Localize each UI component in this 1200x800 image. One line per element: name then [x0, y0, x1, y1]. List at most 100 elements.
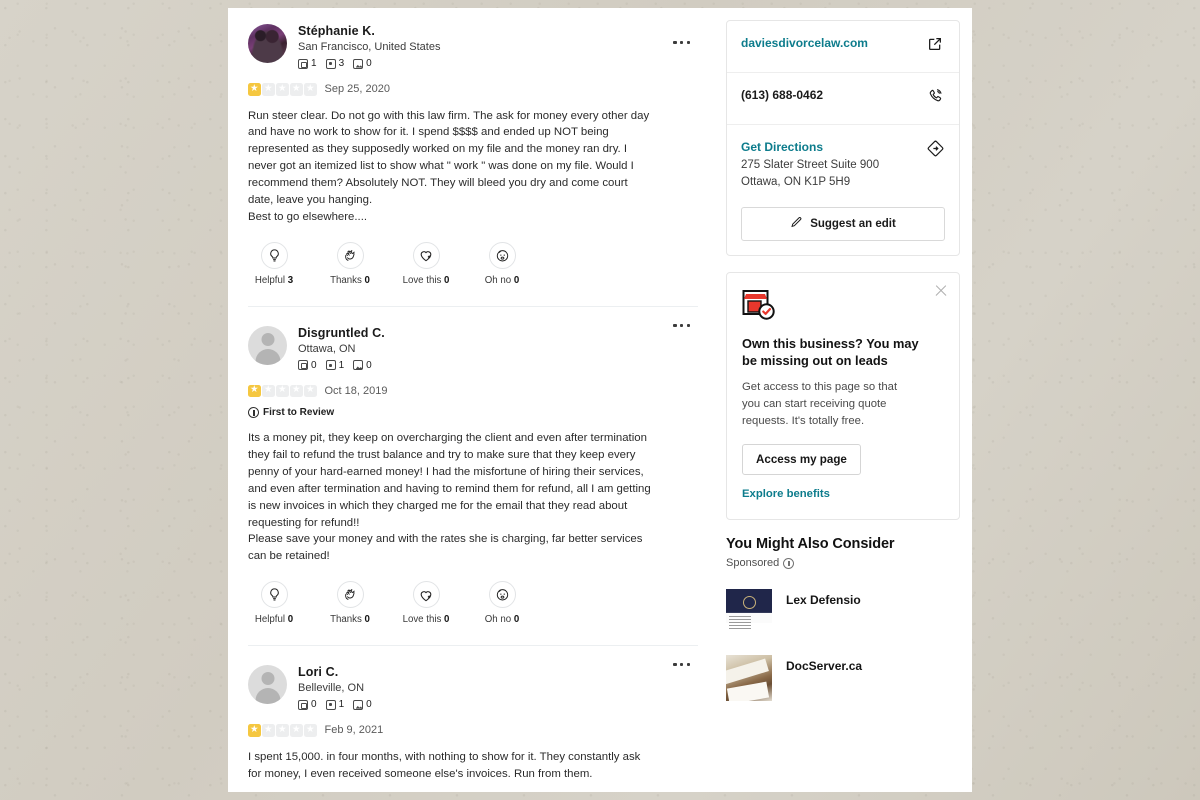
business-sidebar: daviesdivorcelaw.com (613) 688-0462 Get … [712, 8, 972, 792]
vote-count-icon [325, 58, 336, 69]
reviewer-location: Ottawa, ON [298, 342, 356, 355]
suggest-edit-label: Suggest an edit [810, 217, 896, 230]
phone-icon[interactable] [927, 88, 945, 109]
website-row[interactable]: daviesdivorcelaw.com [727, 21, 959, 72]
business-address: 275 Slater Street Suite 900 Ottawa, ON K… [741, 159, 880, 189]
reaction-helpful-label: Helpful 3 [254, 274, 294, 286]
lightbulb-icon [260, 241, 288, 269]
sponsored-name[interactable]: DocServer.ca [786, 655, 862, 673]
storefront-badge-icon [742, 289, 776, 321]
vote-count-icon [325, 360, 336, 371]
reviewer-stats: 1 3 0 [298, 58, 440, 69]
own-business-subtitle: Get access to this page so that you can … [742, 380, 898, 427]
reviewer-location: Belleville, ON [298, 682, 365, 695]
review-item: Stéphanie K. San Francisco, United State… [248, 24, 698, 306]
sponsored-label-row: Sponsored [726, 557, 960, 569]
access-my-page-button[interactable]: Access my page [742, 444, 861, 476]
heart-icon [412, 241, 440, 269]
review-date: Feb 9, 2021 [324, 724, 384, 737]
explore-benefits-link[interactable]: Explore benefits [742, 488, 830, 500]
own-business-card: Own this business? You may be missing ou… [726, 271, 960, 521]
phone-number[interactable]: (613) 688-0462 [741, 88, 823, 102]
photo-count-icon [353, 699, 364, 710]
reaction-love[interactable]: Love this 0 [400, 581, 452, 625]
stat-reviews: 0 [298, 360, 317, 371]
you-might-also-consider-section: You Might Also Consider Sponsored Lex De… [726, 536, 960, 702]
external-link-icon[interactable] [927, 36, 945, 57]
reaction-thanks[interactable]: Thanks 0 [324, 241, 376, 286]
reviewer-stats: 0 1 0 [298, 360, 385, 371]
review-count-icon [298, 58, 308, 69]
stat-reviews: 0 [298, 699, 317, 710]
reaction-thanks-label: Thanks 0 [330, 614, 370, 626]
shocked-face-icon [488, 581, 516, 609]
heart-icon [412, 581, 440, 609]
review-count-icon [298, 699, 308, 710]
stat-votes: 1 [325, 360, 344, 371]
reaction-ohno[interactable]: Oh no 0 [476, 241, 528, 286]
vote-count-icon [325, 699, 336, 710]
photo-count-icon [353, 58, 364, 69]
clapping-hands-icon [336, 241, 364, 269]
section-title: You Might Also Consider [726, 536, 895, 553]
sponsored-thumbnail[interactable] [726, 655, 772, 702]
star-rating [248, 82, 317, 96]
info-icon[interactable] [783, 557, 795, 569]
review-item: Disgruntled C. Ottawa, ON 0 1 0 Oct 18, … [248, 305, 698, 646]
photo-count-icon [353, 360, 364, 371]
reaction-ohno[interactable]: Oh no 0 [476, 581, 528, 625]
stat-votes: 3 [325, 58, 344, 69]
sponsored-name[interactable]: Lex Defensio [786, 589, 861, 607]
website-link[interactable]: daviesdivorcelaw.com [741, 36, 868, 50]
stat-photos: 0 [353, 58, 372, 69]
review-date: Oct 18, 2019 [324, 384, 388, 397]
star-rating [248, 723, 317, 737]
badge-icon [248, 407, 259, 419]
get-directions-link[interactable]: Get Directions [741, 140, 916, 154]
reviewer-location: San Francisco, United States [298, 41, 441, 53]
reaction-thanks-label: Thanks 0 [330, 274, 370, 286]
reaction-love[interactable]: Love this 0 [400, 241, 452, 286]
review-options-menu[interactable] [669, 320, 694, 331]
review-count-icon [298, 360, 308, 371]
review-options-menu[interactable] [669, 37, 694, 48]
reaction-ohno-label: Oh no 0 [484, 274, 520, 286]
sponsored-thumbnail[interactable] [726, 589, 772, 636]
reaction-ohno-label: Oh no 0 [484, 614, 520, 626]
reviewer-name[interactable]: Lori C. [298, 665, 372, 679]
stat-photos: 0 [353, 360, 372, 371]
sponsored-item[interactable]: DocServer.ca [726, 655, 960, 702]
review-date: Sep 25, 2020 [324, 83, 390, 96]
star-rating [248, 383, 317, 398]
reviewer-name[interactable]: Disgruntled C. [298, 326, 385, 340]
avatar[interactable] [248, 24, 287, 63]
sponsored-label: Sponsored [726, 557, 780, 570]
sponsored-item[interactable]: Lex Defensio [726, 589, 960, 636]
review-text: I spent 15,000. in four months, with not… [248, 750, 641, 780]
page-content-card: Stéphanie K. San Francisco, United State… [228, 8, 972, 792]
reaction-love-label: Love this 0 [402, 614, 450, 626]
reaction-love-label: Love this 0 [402, 274, 450, 286]
review-item: Lori C. Belleville, ON 0 1 0 Feb 9, 2021 [248, 645, 698, 792]
avatar[interactable] [248, 325, 287, 365]
lightbulb-icon [260, 581, 288, 609]
review-options-menu[interactable] [669, 659, 694, 670]
reaction-helpful[interactable]: Helpful 0 [248, 581, 300, 625]
reviewer-stats: 0 1 0 [298, 699, 372, 710]
phone-row[interactable]: (613) 688-0462 [727, 72, 959, 124]
shocked-face-icon [488, 241, 516, 269]
reaction-bar: Helpful 0 Thanks 0 Love this 0 Oh no 0 [248, 581, 698, 641]
reaction-thanks[interactable]: Thanks 0 [324, 581, 376, 625]
close-icon[interactable] [934, 284, 948, 298]
reviewer-name[interactable]: Stéphanie K. [298, 24, 440, 38]
reaction-helpful-label: Helpful 0 [254, 614, 294, 626]
reaction-helpful[interactable]: Helpful 3 [248, 241, 300, 286]
directions-icon[interactable] [927, 140, 945, 162]
first-to-review-badge: First to Review [248, 407, 698, 419]
avatar[interactable] [248, 665, 287, 705]
own-business-title: Own this business? You may be missing ou… [742, 335, 919, 369]
reaction-bar: Helpful 3 Thanks 0 Love this 0 Oh no 0 [248, 241, 698, 302]
clapping-hands-icon [336, 581, 364, 609]
suggest-edit-button[interactable]: Suggest an edit [741, 206, 945, 241]
directions-row[interactable]: Get Directions 275 Slater Street Suite 9… [727, 124, 959, 207]
